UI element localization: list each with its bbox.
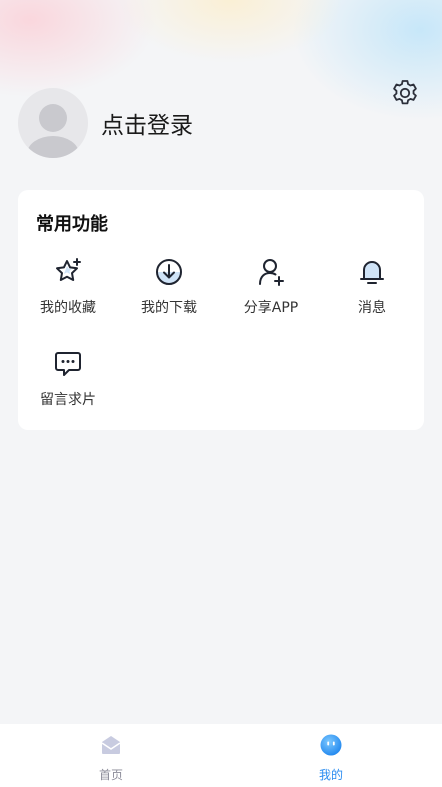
avatar[interactable] [18,88,88,158]
request-movie-button[interactable]: 留言求片 [18,349,118,419]
login-link[interactable]: 点击登录 [101,106,193,140]
section-title: 常用功能 [36,214,108,235]
tab-mine-label: 我的 [318,768,343,782]
chat-bubble-icon [55,352,81,376]
bottom-tab-bar: 首页 我的 [0,724,442,787]
downloads-label: 我的下载 [141,300,197,316]
downloads-button[interactable]: 我的下载 [119,257,219,327]
home-icon [101,736,121,754]
default-avatar-icon [27,104,79,158]
gear-icon [393,80,417,105]
add-user-icon [259,259,284,286]
share-app-label: 分享APP [243,300,299,316]
request-movie-label: 留言求片 [40,392,96,408]
favorites-label: 我的收藏 [40,300,96,316]
download-icon [156,259,182,285]
tab-home-label: 首页 [98,768,123,782]
profile-face-icon [320,734,342,756]
settings-button[interactable] [390,78,420,108]
bell-icon [360,261,384,284]
tab-home[interactable]: 首页 [61,724,161,787]
star-icon [56,258,81,281]
messages-label: 消息 [358,300,386,316]
messages-button[interactable]: 消息 [322,257,422,327]
tab-mine[interactable]: 我的 [281,724,381,787]
favorites-button[interactable]: 我的收藏 [18,257,118,327]
share-app-button[interactable]: 分享APP [221,257,321,327]
common-functions-card: 常用功能 我的收藏 我的下载 分享APP 消息 留言求片 [18,190,424,430]
